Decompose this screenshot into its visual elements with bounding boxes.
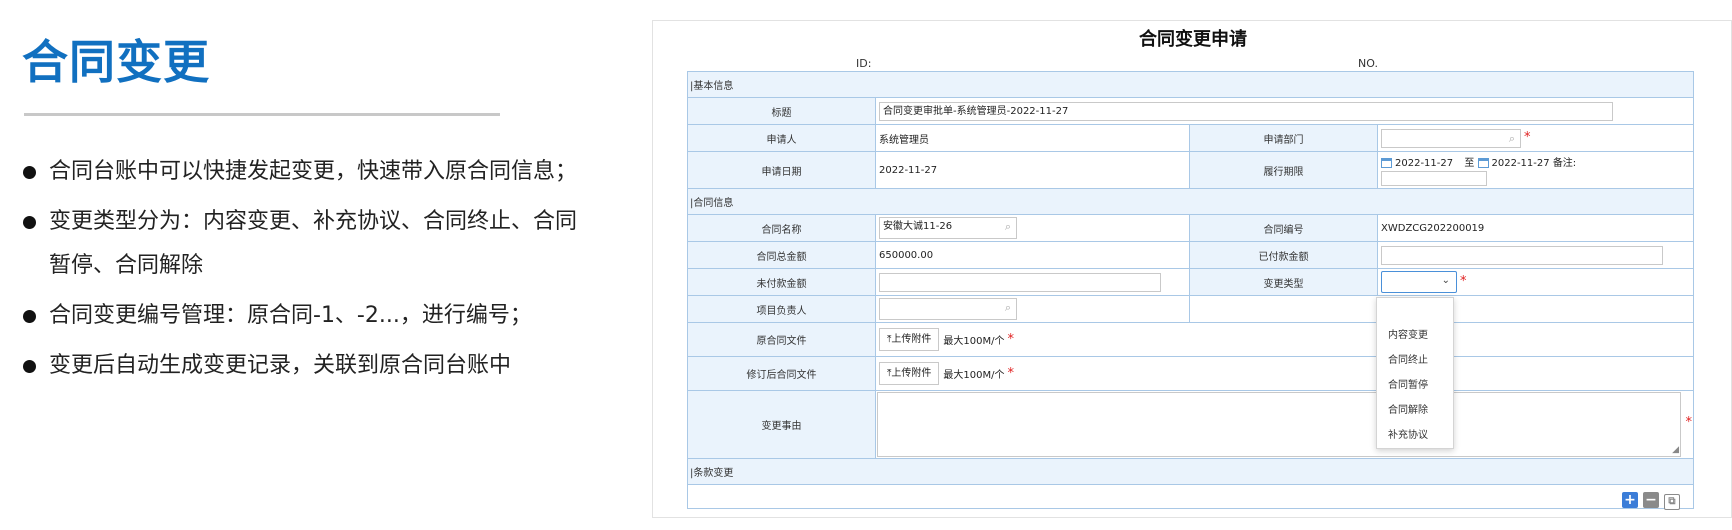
dropdown-option-suspend[interactable]: 合同暂停	[1377, 373, 1453, 398]
feature-text: 合同台账中可以快捷发起变更，快速带入原合同信息；	[49, 159, 578, 184]
required-mark: *	[1524, 130, 1531, 145]
id-label: ID:	[856, 57, 872, 70]
section-contract-info: |合同信息	[687, 188, 1694, 215]
upload-size-note: 最大100M/个	[943, 336, 1005, 347]
calendar-icon[interactable]	[1381, 158, 1392, 168]
change-type-dropdown[interactable]: 内容变更 合同终止 合同暂停 合同解除 补充协议	[1376, 297, 1454, 449]
label-unpaid-amount: 未付款金额	[687, 268, 876, 296]
add-icon[interactable]: +	[1622, 492, 1638, 508]
feature-item: 合同台账中可以快捷发起变更，快速带入原合同信息；	[22, 150, 582, 194]
bullet-dot-icon	[23, 360, 36, 373]
contract-name-value: 安徽大诚11-26	[883, 221, 953, 232]
upload-button[interactable]: ⤒上传附件	[879, 362, 940, 385]
form-title: 合同变更申请	[1139, 29, 1247, 50]
search-icon[interactable]: ⌕	[1005, 301, 1011, 315]
period-start[interactable]: 2022-11-27	[1395, 158, 1453, 169]
dropdown-option-dissolve[interactable]: 合同解除	[1377, 398, 1453, 423]
feature-text: 合同变更编号管理：原合同-1、-2...，进行编号；	[49, 303, 532, 328]
title-input[interactable]: 合同变更审批单-系统管理员-2022-11-27	[879, 101, 1613, 121]
change-reason-textarea[interactable]	[877, 392, 1681, 457]
feature-list: 合同台账中可以快捷发起变更，快速带入原合同信息； 变更类型分为：内容变更、补充协…	[22, 150, 582, 394]
label-change-type: 变更类型	[1189, 268, 1378, 296]
perform-period-cell: 2022-11-27 至 2022-11-27 备注:	[1377, 151, 1694, 189]
title-cell: 合同变更审批单-系统管理员-2022-11-27	[875, 97, 1694, 125]
label-apply-dept: 申请部门	[1189, 124, 1378, 152]
apply-date-value[interactable]: 2022-11-27	[875, 151, 1190, 189]
apply-dept-input[interactable]: ⌕	[1381, 128, 1521, 148]
slide-title: 合同变更	[22, 35, 210, 89]
label-change-reason: 变更事由	[687, 390, 876, 459]
upload-button-label: 上传附件	[891, 334, 932, 345]
label-perform-period: 履行期限	[1189, 151, 1378, 189]
label-project-owner: 项目负责人	[687, 295, 876, 323]
paid-amount-cell	[1377, 241, 1694, 269]
change-type-cell: ⌄ *	[1377, 268, 1694, 296]
required-mark: *	[1007, 365, 1015, 381]
clause-toolbar: + − ⧉	[1617, 489, 1680, 510]
period-note-input[interactable]	[1381, 171, 1487, 186]
label-apply-date: 申请日期	[687, 151, 876, 189]
bullet-dot-icon	[23, 310, 36, 323]
project-owner-cell: ⌕	[875, 295, 1190, 323]
bullet-dot-icon	[23, 216, 36, 229]
resize-handle-icon[interactable]: ◢	[1672, 445, 1679, 455]
paid-amount-input[interactable]	[1381, 245, 1663, 265]
change-reason-cell: ◢ *	[875, 390, 1694, 459]
title-divider	[24, 113, 500, 116]
unpaid-amount-input[interactable]	[879, 272, 1161, 292]
applicant-value[interactable]: 系统管理员	[875, 124, 1190, 152]
change-type-select[interactable]: ⌄	[1381, 271, 1457, 293]
remove-icon[interactable]: −	[1643, 492, 1659, 508]
required-mark: *	[1007, 331, 1015, 347]
dropdown-option-empty[interactable]	[1377, 298, 1453, 323]
revised-file-cell: ⤒上传附件 最大100M/个 *	[875, 356, 1694, 391]
label-contract-name: 合同名称	[687, 214, 876, 242]
feature-text: 变更类型分为：内容变更、补充协议、合同终止、合同暂停、合同解除	[49, 209, 578, 278]
label-total-amount: 合同总金额	[687, 241, 876, 269]
label-original-file: 原合同文件	[687, 322, 876, 357]
dropdown-option-content-change[interactable]: 内容变更	[1377, 323, 1453, 348]
apply-dept-cell: ⌕ *	[1377, 124, 1694, 152]
bullet-dot-icon	[23, 166, 36, 179]
label-revised-file: 修订后合同文件	[687, 356, 876, 391]
original-file-cell: ⤒上传附件 最大100M/个 *	[875, 322, 1694, 357]
feature-item: 变更后自动生成变更记录，关联到原合同台账中	[22, 344, 582, 388]
period-note-label: 备注:	[1552, 158, 1577, 169]
project-owner-input[interactable]: ⌕	[879, 298, 1017, 320]
required-mark: *	[1460, 274, 1467, 289]
dropdown-option-supplement[interactable]: 补充协议	[1377, 423, 1453, 448]
contract-name-input[interactable]: 安徽大诚11-26 ⌕	[879, 217, 1017, 239]
section-clause-change: |条款变更	[687, 458, 1694, 485]
no-label: NO.	[1358, 57, 1378, 70]
feature-item: 合同变更编号管理：原合同-1、-2...，进行编号；	[22, 294, 582, 338]
chevron-down-icon: ⌄	[1441, 275, 1450, 286]
search-icon[interactable]: ⌕	[1005, 220, 1011, 234]
feature-item: 变更类型分为：内容变更、补充协议、合同终止、合同暂停、合同解除	[22, 200, 582, 288]
total-amount-value: 650000.00	[875, 241, 1190, 269]
upload-button[interactable]: ⤒上传附件	[879, 328, 940, 351]
label-contract-no: 合同编号	[1189, 214, 1378, 242]
feature-text: 变更后自动生成变更记录，关联到原合同台账中	[49, 353, 512, 378]
clause-toolbar-row	[687, 484, 1694, 509]
dropdown-option-terminate[interactable]: 合同终止	[1377, 348, 1453, 373]
search-icon[interactable]: ⌕	[1509, 132, 1515, 146]
contract-no-value: XWDZCG202200019	[1377, 214, 1694, 242]
label-title: 标题	[687, 97, 876, 125]
label-applicant: 申请人	[687, 124, 876, 152]
copy-icon[interactable]: ⧉	[1664, 494, 1680, 510]
period-end[interactable]: 2022-11-27	[1492, 158, 1550, 169]
calendar-icon[interactable]	[1477, 158, 1489, 168]
required-mark: *	[1685, 415, 1693, 430]
label-paid-amount: 已付款金额	[1189, 241, 1378, 269]
form-table: |基本信息 标题 合同变更审批单-系统管理员-2022-11-27 申请人 系统…	[687, 71, 1694, 509]
period-to: 至	[1464, 158, 1475, 169]
unpaid-amount-cell	[875, 268, 1190, 296]
upload-button-label: 上传附件	[891, 368, 932, 379]
section-basic-info: |基本信息	[687, 71, 1694, 98]
contract-change-form: 合同变更申请 ID: NO. |基本信息 标题 合同变更审批单-系统管理员-20…	[652, 20, 1732, 518]
upload-size-note: 最大100M/个	[943, 370, 1005, 381]
contract-name-cell: 安徽大诚11-26 ⌕	[875, 214, 1190, 242]
